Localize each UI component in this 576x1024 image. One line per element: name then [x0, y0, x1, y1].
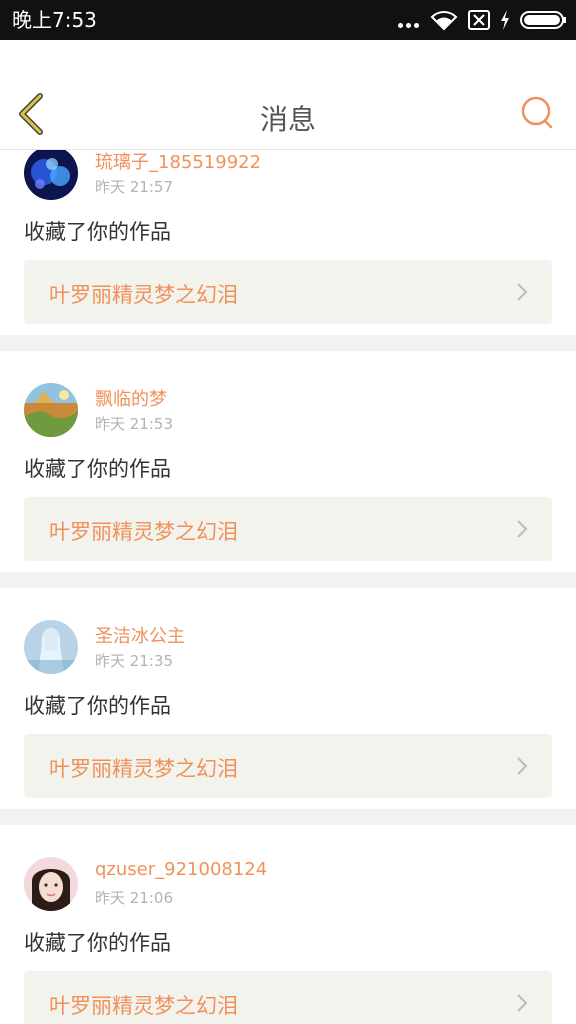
work-link[interactable]: 叶罗丽精灵梦之幻泪 [24, 497, 552, 561]
message-list[interactable]: 琉璃子_185519922 昨天 21:57 收藏了你的作品 叶罗丽精灵梦之幻泪 [0, 150, 576, 1024]
chevron-right-icon [517, 994, 528, 1012]
battery-icon [520, 10, 566, 30]
status-time: 晚上7:53 [12, 8, 97, 32]
avatar[interactable] [24, 857, 78, 911]
work-link[interactable]: 叶罗丽精灵梦之幻泪 [24, 734, 552, 798]
more-dots-icon [398, 8, 420, 32]
chevron-right-icon [517, 283, 528, 301]
timestamp: 昨天 21:35 [95, 652, 173, 670]
charging-icon [500, 10, 510, 30]
search-button[interactable] [520, 94, 554, 132]
message-card: qzuser_921008124 昨天 21:06 收藏了你的作品 叶罗丽精灵梦… [0, 825, 576, 1024]
work-link[interactable]: 叶罗丽精灵梦之幻泪 [24, 971, 552, 1024]
message-card: 琉璃子_185519922 昨天 21:57 收藏了你的作品 叶罗丽精灵梦之幻泪 [0, 150, 576, 335]
action-text: 收藏了你的作品 [24, 931, 171, 955]
work-title: 叶罗丽精灵梦之幻泪 [49, 757, 238, 781]
action-text: 收藏了你的作品 [24, 220, 171, 244]
chevron-right-icon [517, 520, 528, 538]
avatar[interactable] [24, 383, 78, 437]
username[interactable]: 琉璃子_185519922 [95, 150, 261, 174]
username[interactable]: 圣洁冰公主 [95, 622, 185, 648]
page-title: 消息 [259, 103, 316, 136]
status-bar: 晚上7:53 [0, 0, 576, 40]
work-title: 叶罗丽精灵梦之幻泪 [49, 283, 238, 307]
username[interactable]: 飘临的梦 [95, 385, 167, 411]
no-sim-icon [468, 10, 490, 30]
action-text: 收藏了你的作品 [24, 694, 171, 718]
chevron-right-icon [517, 757, 528, 775]
app-header: 消息 [0, 40, 576, 150]
avatar[interactable] [24, 150, 78, 200]
timestamp: 昨天 21:53 [95, 415, 173, 433]
status-icons [398, 8, 566, 32]
avatar[interactable] [24, 620, 78, 674]
username[interactable]: qzuser_921008124 [95, 859, 267, 880]
message-card: 飘临的梦 昨天 21:53 收藏了你的作品 叶罗丽精灵梦之幻泪 [0, 351, 576, 572]
message-card: 圣洁冰公主 昨天 21:35 收藏了你的作品 叶罗丽精灵梦之幻泪 [0, 588, 576, 809]
action-text: 收藏了你的作品 [24, 457, 171, 481]
work-link[interactable]: 叶罗丽精灵梦之幻泪 [24, 260, 552, 324]
timestamp: 昨天 21:06 [95, 889, 173, 907]
wifi-icon [430, 9, 458, 31]
timestamp: 昨天 21:57 [95, 178, 173, 196]
search-icon [521, 96, 553, 129]
work-title: 叶罗丽精灵梦之幻泪 [49, 994, 238, 1018]
work-title: 叶罗丽精灵梦之幻泪 [49, 520, 238, 544]
